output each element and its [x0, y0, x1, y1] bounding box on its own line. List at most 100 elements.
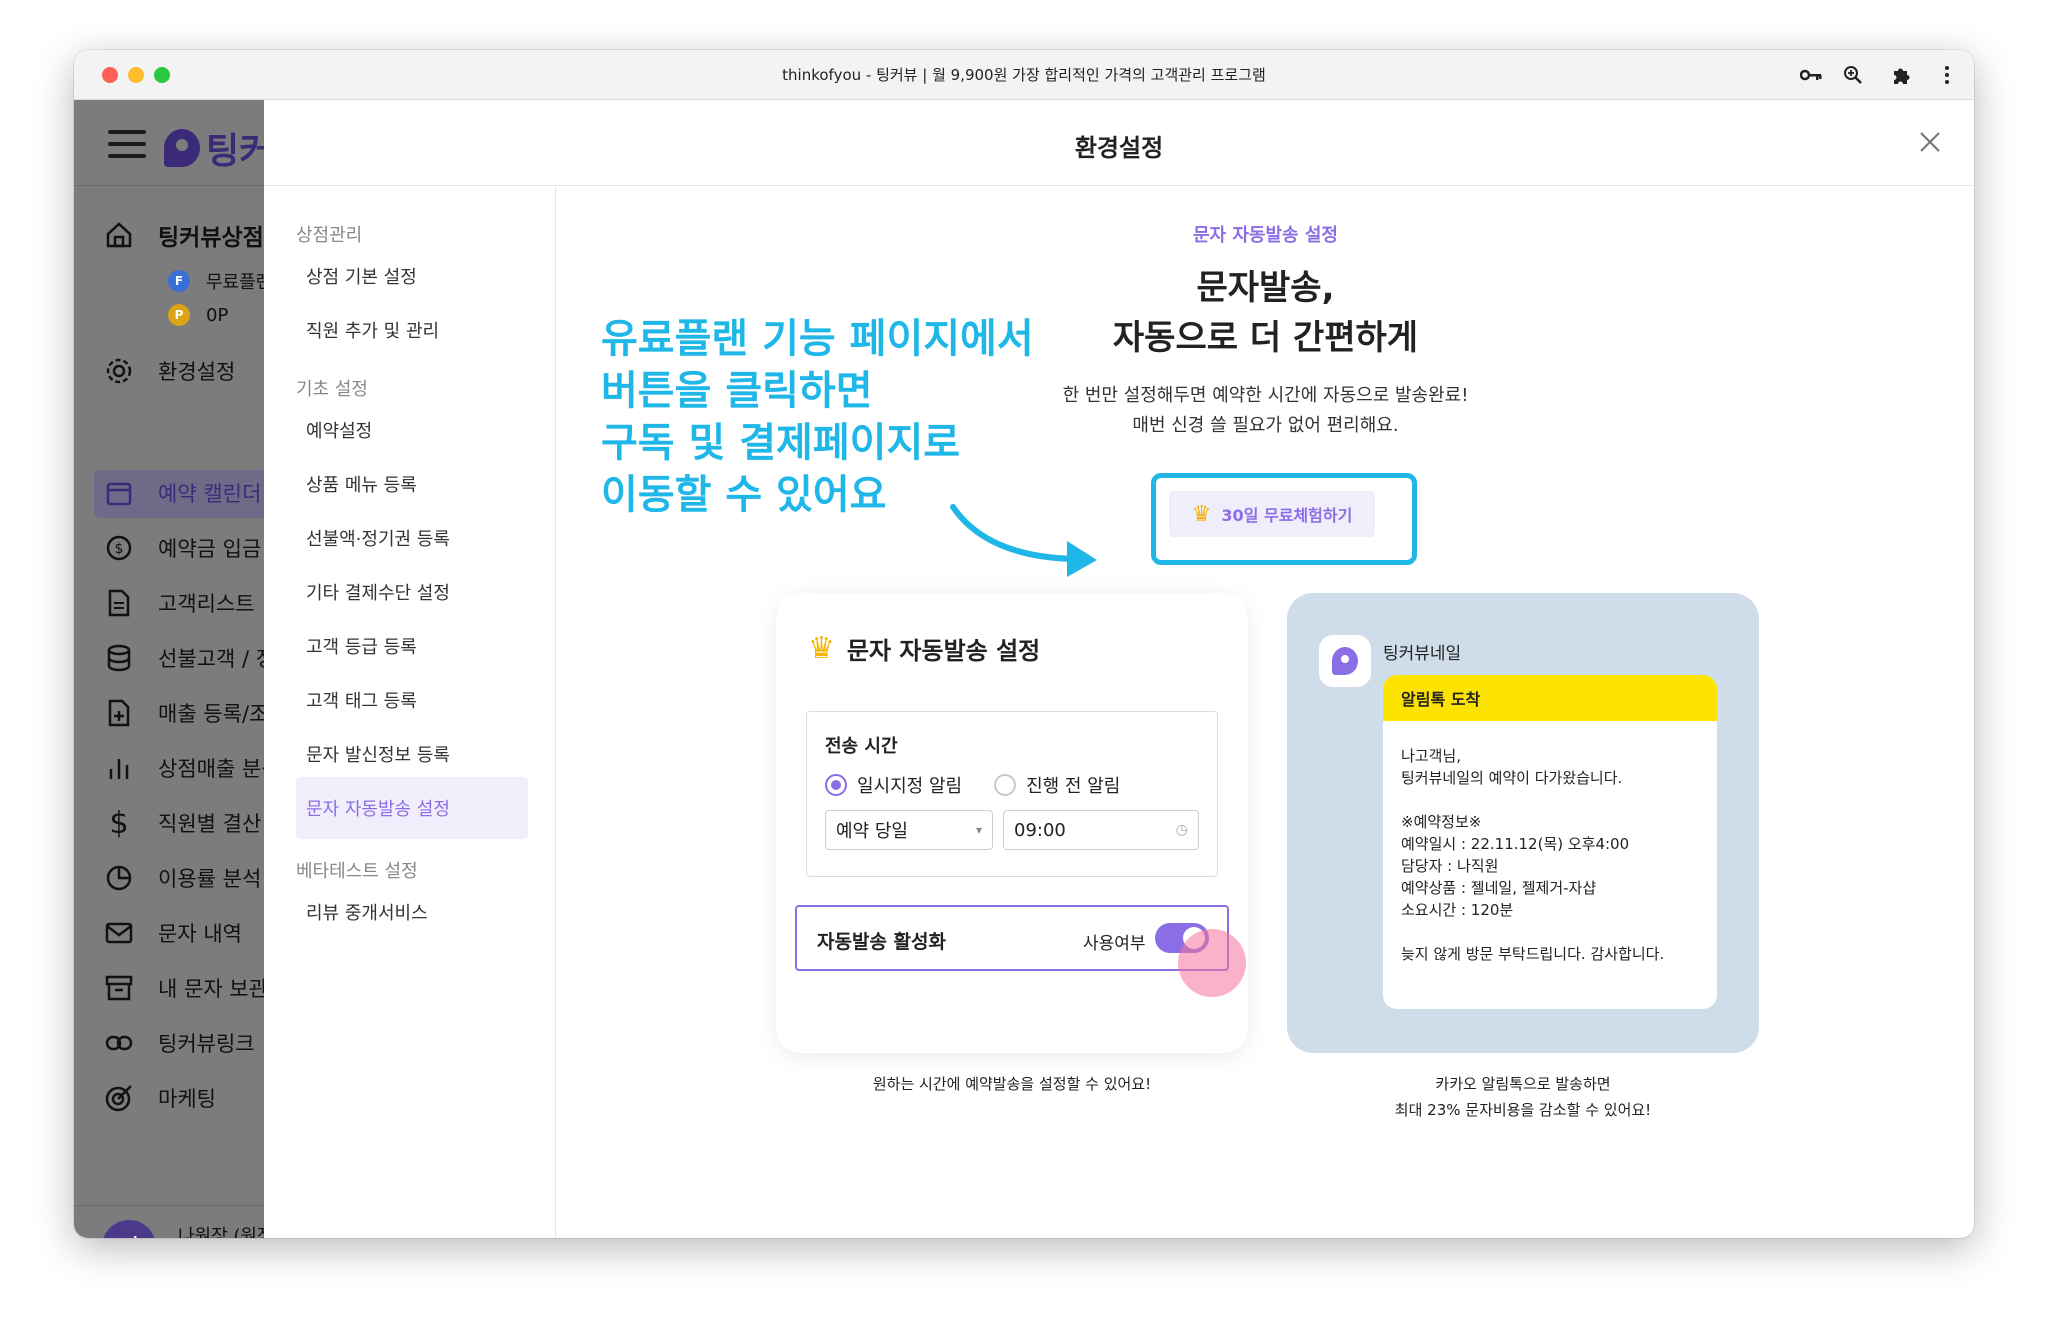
- app-logo: 팅커: [164, 122, 272, 174]
- radio-group: 일시지정 알림 진행 전 알림: [825, 772, 1120, 798]
- sidebar-item-usage-analytics[interactable]: 이용률 분석: [102, 861, 261, 895]
- settings-label: 환경설정: [158, 360, 236, 384]
- sidebar-item-deposit[interactable]: $ 예약금 입금: [102, 531, 261, 565]
- caption-right-2: 최대 23% 문자비용을 감소할 수 있어요!: [1394, 1101, 1652, 1119]
- hamburger-menu-icon[interactable]: [108, 130, 146, 158]
- annotation-line: 유료플랜 기능 페이지에서: [601, 316, 1034, 362]
- sidebar-item-sales[interactable]: 매출 등록/조회: [102, 696, 274, 730]
- modal-title: 환경설정: [1074, 134, 1164, 162]
- radio-scheduled[interactable]: [825, 774, 847, 796]
- nav-item-reservation[interactable]: 예약설정: [296, 399, 528, 461]
- sidebar-item-label: 직원별 결산: [158, 812, 262, 836]
- annotation-arrow-icon: [950, 504, 1097, 577]
- title-bar: thinkofyou - 팅커뷰 | 월 9,900원 가장 합리적인 가격의 …: [74, 50, 1974, 100]
- extensions-puzzle-icon[interactable]: [1888, 62, 1914, 88]
- bubble-body: 나고객님, 팅커뷰네일의 예약이 다가왔습니다. ※예약정보※ 예약일시 : 2…: [1401, 747, 1665, 963]
- points-badge: P 0P: [168, 304, 228, 326]
- file-plus-icon: [102, 696, 136, 730]
- card-title-text: 문자 자동발송 설정: [846, 637, 1041, 665]
- card-title: ♛ 문자 자동발송 설정: [808, 631, 1040, 666]
- database-icon: [102, 641, 136, 675]
- sidebar-item-label: 매출 등록/조회: [158, 702, 274, 726]
- radio-scheduled-label: 일시지정 알림: [857, 776, 963, 797]
- nav-item-staff[interactable]: 직원 추가 및 관리: [296, 299, 528, 361]
- user-name: 나원장 (원장): [178, 1226, 274, 1238]
- sidebar-item-store-analytics[interactable]: 상점매출 분석: [102, 751, 274, 785]
- day-select-value: 예약 당일: [836, 821, 908, 842]
- send-time-box: 전송 시간 일시지정 알림 진행 전 알림 예약 당일 ▾ 09:00 ◷: [806, 711, 1218, 877]
- nav-item-review[interactable]: 리뷰 중개서비스: [296, 881, 528, 943]
- nav-item-sms-auto[interactable]: 문자 자동발송 설정: [296, 777, 528, 839]
- svg-text:$: $: [115, 541, 124, 557]
- plan-label: 무료플랜: [206, 272, 273, 293]
- annotation-text: 유료플랜 기능 페이지에서 버튼을 클릭하면 구독 및 결제페이지로 이동할 수…: [601, 313, 1034, 521]
- nav-item-product-menu[interactable]: 상품 메뉴 등록: [296, 453, 528, 515]
- sidebar-item-label: 예약금 입금: [158, 537, 262, 561]
- nav-item-customer-grade[interactable]: 고객 등급 등록: [296, 615, 528, 677]
- key-icon[interactable]: [1798, 62, 1824, 88]
- points-icon: P: [168, 304, 190, 326]
- sidebar-item-reservation-calendar[interactable]: 예약 캘린더: [102, 476, 261, 510]
- nav-item-store-basic[interactable]: 상점 기본 설정: [296, 245, 528, 307]
- sidebar-item-staff-settlement[interactable]: $ 직원별 결산: [102, 805, 262, 841]
- nav-item-customer-tag[interactable]: 고객 태그 등록: [296, 669, 528, 731]
- auto-send-label: 자동발송 활성화: [817, 931, 946, 953]
- settings-modal: 환경설정 상점관리 상점 기본 설정 직원 추가 및 관리 기초 설정 예약설정…: [264, 100, 1974, 1238]
- sidebar-store[interactable]: 팅커뷰상점: [102, 218, 264, 252]
- sidebar-settings[interactable]: 환경설정: [102, 354, 235, 388]
- nav-group-beta: 베타테스트 설정: [296, 861, 418, 882]
- free-trial-label: 30일 무료체험하기: [1221, 506, 1353, 525]
- more-menu-icon[interactable]: [1934, 62, 1960, 88]
- caption-left: 원하는 시간에 예약발송을 설정할 수 있어요!: [872, 1075, 1152, 1093]
- sidebar-item-sms-storage[interactable]: 내 문자 보관함: [102, 971, 274, 1005]
- time-input[interactable]: 09:00 ◷: [1003, 810, 1199, 850]
- sidebar-item-customer-list[interactable]: 고객리스트: [102, 586, 255, 620]
- sidebar-item-marketing[interactable]: 마케팅: [102, 1081, 216, 1115]
- document-icon: [102, 586, 136, 620]
- points-value: 0P: [206, 304, 229, 326]
- kakao-profile-icon: [1319, 635, 1371, 687]
- archive-icon: [102, 971, 136, 1005]
- kakao-preview-card: 팅커뷰네일 알림톡 도착 나고객님, 팅커뷰네일의 예약이 다가왔습니다. ※예…: [1287, 593, 1759, 1053]
- sidebar-item-label: 문자 내역: [158, 922, 242, 946]
- section-label: 문자 자동발송 설정: [1192, 225, 1338, 246]
- dollar-icon: $: [109, 805, 129, 841]
- nav-item-prepaid[interactable]: 선불액·정기권 등록: [296, 507, 528, 569]
- content-area: 문자 자동발송 설정 문자발송, 자동으로 더 간편하게 한 번만 설정해두면 …: [557, 187, 1974, 1238]
- browser-window: thinkofyou - 팅커뷰 | 월 9,900원 가장 합리적인 가격의 …: [74, 50, 1974, 1238]
- radio-before-label: 진행 전 알림: [1026, 776, 1121, 797]
- sidebar-item-sms-history[interactable]: 문자 내역: [102, 916, 242, 950]
- nav-item-sms-sender[interactable]: 문자 발신정보 등록: [296, 723, 528, 785]
- sidebar-item-label: 고객리스트: [158, 592, 255, 616]
- bar-chart-icon: [102, 751, 136, 785]
- mail-icon: [102, 916, 136, 950]
- home-icon: [102, 218, 136, 252]
- free-trial-button[interactable]: ♛ 30일 무료체험하기: [1169, 491, 1375, 537]
- logo-mark-icon: [164, 129, 200, 167]
- sidebar-item-link[interactable]: 팅커뷰링크: [102, 1026, 255, 1060]
- day-select[interactable]: 예약 당일 ▾: [825, 810, 993, 850]
- store-name: 팅커뷰상점: [158, 225, 264, 251]
- annotation-line: 구독 및 결제페이지로: [601, 420, 961, 466]
- plan-badge: F 무료플랜: [168, 268, 272, 294]
- sidebar-item-label: 마케팅: [158, 1087, 216, 1111]
- crown-icon: ♛: [1191, 501, 1212, 527]
- sidebar-item-label: 팅커뷰링크: [158, 1032, 255, 1056]
- annotation-line: 버튼을 클릭하면: [601, 368, 873, 414]
- sidebar-item-label: 이용률 분석: [158, 867, 262, 891]
- window-title: thinkofyou - 팅커뷰 | 월 9,900원 가장 합리적인 가격의 …: [782, 66, 1266, 84]
- tap-indicator: [1178, 929, 1246, 997]
- close-icon[interactable]: [1910, 122, 1950, 162]
- sidebar-item-label: 내 문자 보관함: [158, 977, 274, 1001]
- toggle-use-label: 사용여부: [1083, 934, 1146, 954]
- radio-before[interactable]: [994, 774, 1017, 796]
- nav-item-payment-methods[interactable]: 기타 결제수단 설정: [296, 561, 528, 623]
- user-avatar[interactable]: 나: [102, 1220, 156, 1238]
- kakao-sender: 팅커뷰네일: [1383, 644, 1462, 664]
- sidebar-item-prepaid[interactable]: 선불고객 / 정기권: [102, 641, 274, 675]
- headline-line-1: 문자발송,: [1196, 268, 1335, 308]
- target-icon: [102, 1081, 136, 1115]
- sidebar-item-label: 선불고객 / 정기권: [158, 647, 274, 671]
- zoom-icon[interactable]: [1840, 62, 1866, 88]
- bubble-header: 알림톡 도착: [1383, 675, 1717, 721]
